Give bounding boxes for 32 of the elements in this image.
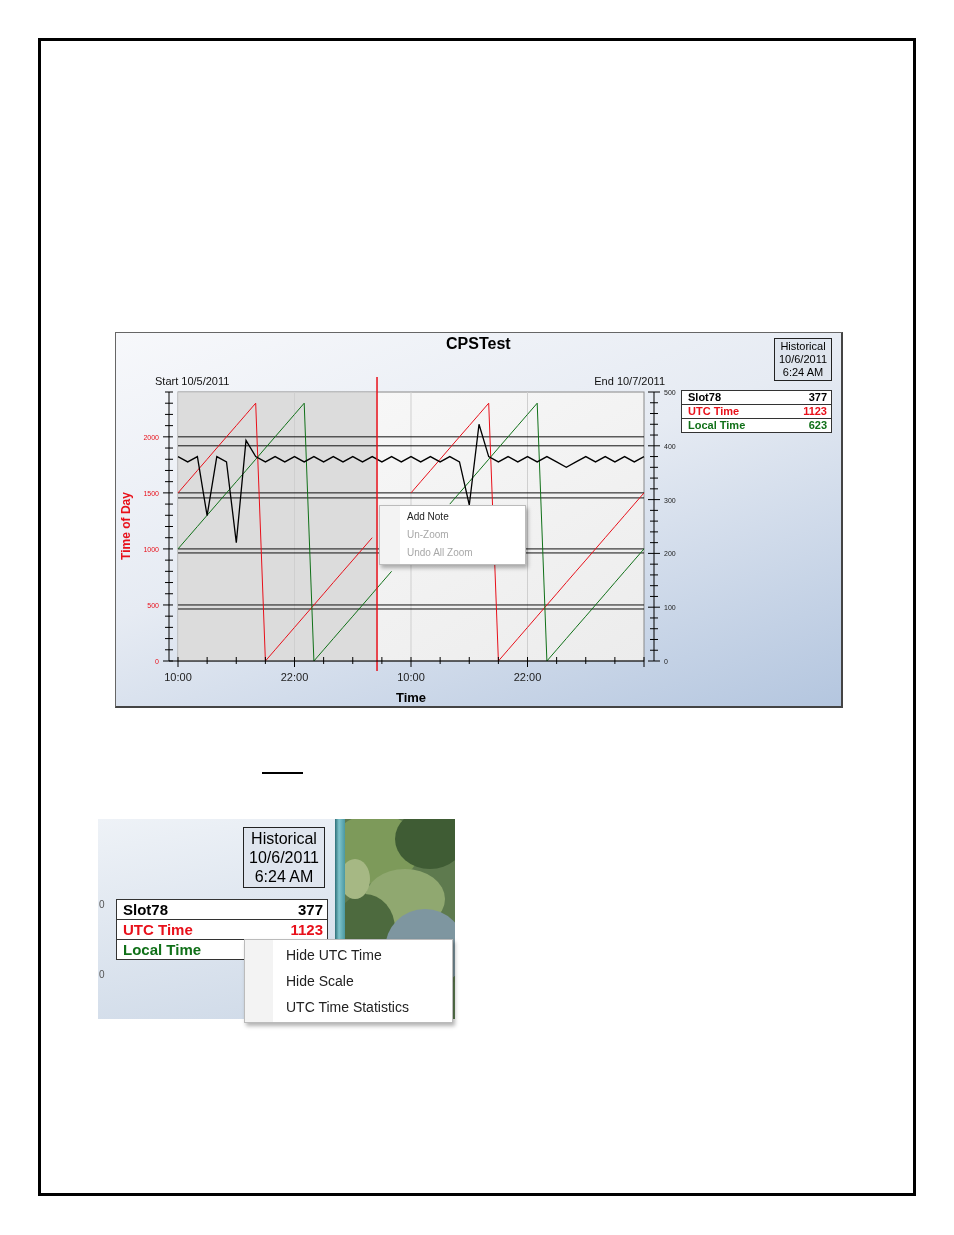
menu-item[interactable]: Add Note: [380, 508, 525, 526]
chart-title: CPSTest: [446, 335, 511, 352]
status-text: Historical: [250, 829, 318, 848]
legend-value: 377: [808, 391, 827, 404]
axis-title: Time of Day: [119, 492, 133, 560]
legend-value: 377: [297, 900, 323, 919]
axis-title: Time: [395, 690, 427, 705]
axis-tick-label: 22:00: [513, 671, 542, 683]
legend-label: Local Time: [123, 940, 202, 959]
status-text: 6:24 AM: [253, 867, 315, 886]
legend-label: UTC Time: [688, 405, 740, 418]
status-text: Historical: [779, 340, 827, 353]
status-text: 10/6/2011: [248, 848, 320, 867]
end-date: End 10/7/2011: [594, 375, 665, 387]
axis-tick-label: 22:00: [280, 671, 309, 683]
axis-tick-label: 10:00: [397, 671, 425, 683]
status-text: 6:24 AM: [781, 366, 825, 379]
legend-label: Slot78: [123, 900, 168, 919]
legend-value: 1123: [803, 405, 827, 418]
legend-value: 623: [808, 419, 827, 432]
menu-item[interactable]: UTC Time Statistics: [245, 994, 452, 1020]
axis-tick-label: 0: [98, 899, 106, 912]
legend-label: UTC Time: [123, 920, 193, 939]
start-date: Start 10/5/2011: [155, 375, 230, 387]
legend-label: Local Time: [688, 419, 746, 432]
status-text: 10/6/2011: [777, 353, 829, 366]
legend-value: 1123: [290, 920, 323, 939]
menu-item[interactable]: Hide UTC Time: [245, 942, 452, 968]
axis-tick-label: 0: [98, 969, 106, 982]
legend-label: Slot78: [688, 391, 721, 404]
menu-item[interactable]: Hide Scale: [245, 968, 452, 994]
axis-tick-label: 10:00: [164, 671, 192, 683]
